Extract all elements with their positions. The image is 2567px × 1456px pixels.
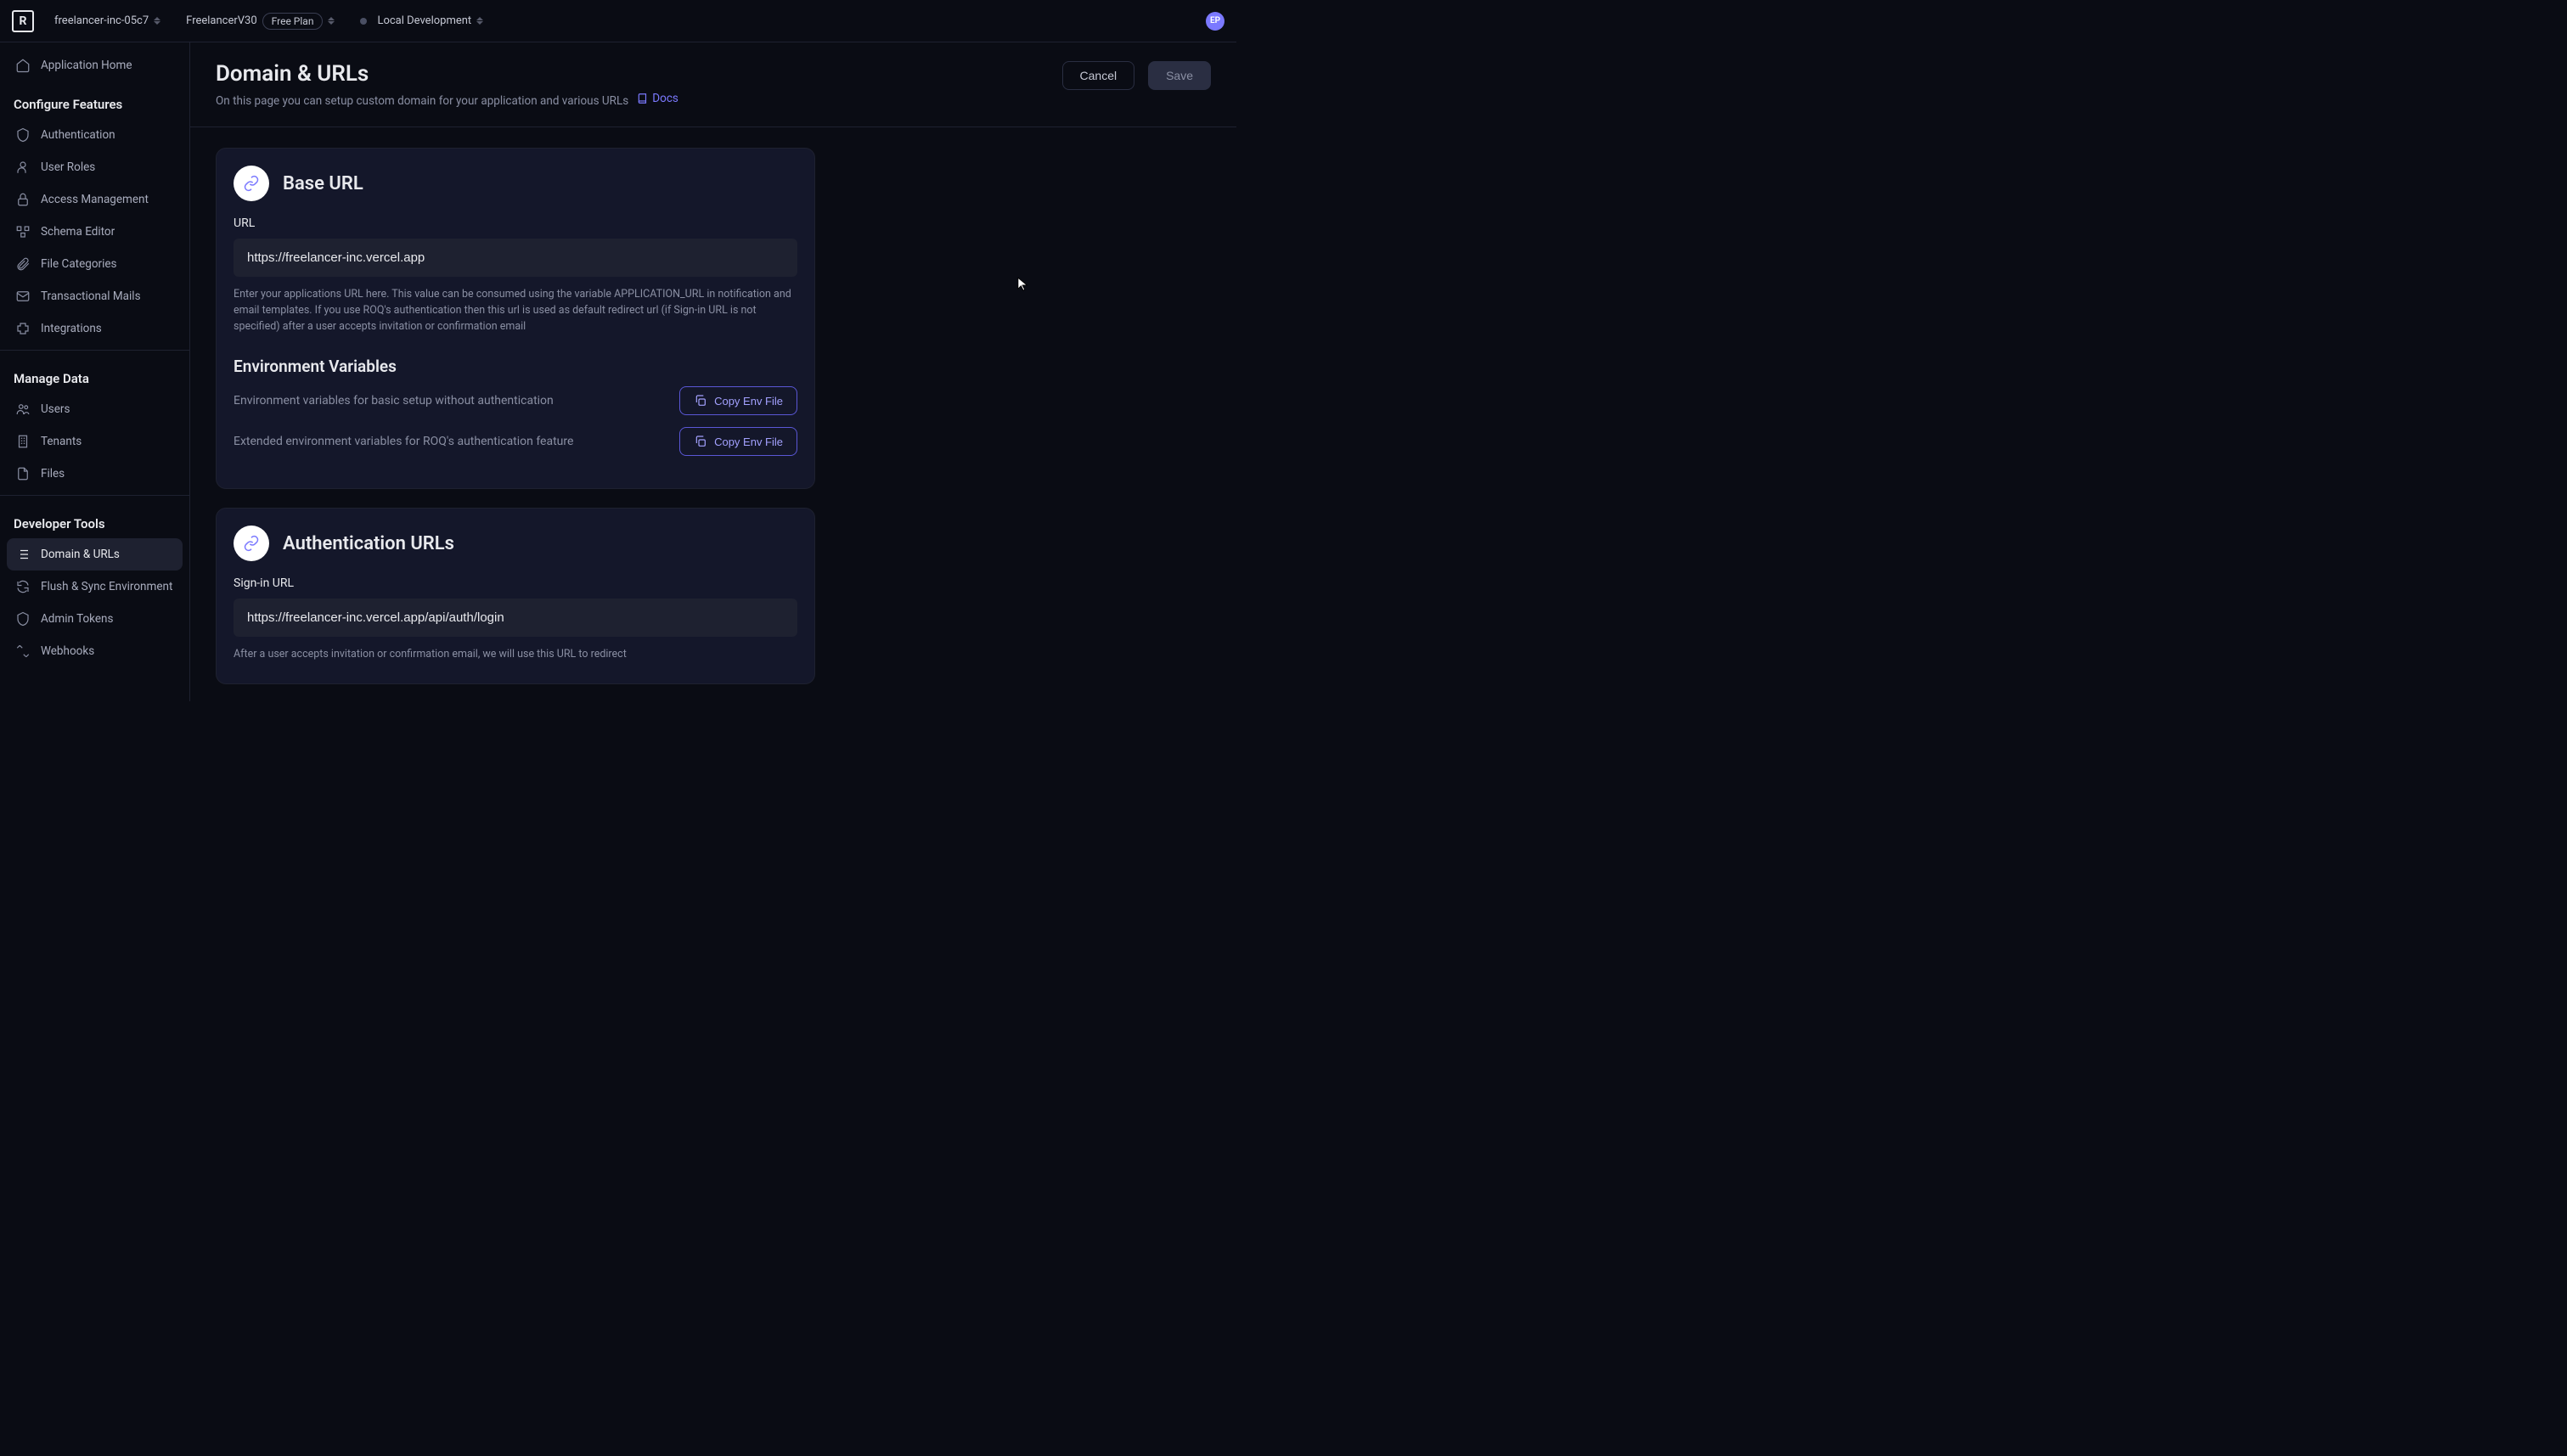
sidebar-item-label: Application Home — [41, 59, 132, 72]
clip-icon — [15, 256, 31, 272]
sidebar-item-file-categories[interactable]: File Categories — [0, 248, 189, 280]
page-subtitle: On this page you can setup custom domain… — [216, 92, 678, 108]
environment-name: Local Development — [377, 14, 471, 27]
sidebar-item-admin-tokens[interactable]: Admin Tokens — [0, 603, 189, 635]
sidebar-item-authentication[interactable]: Authentication — [0, 119, 189, 151]
sidebar-item-label: Domain & URLs — [41, 548, 120, 561]
chevron-sort-icon — [154, 17, 162, 25]
mail-icon — [15, 289, 31, 304]
sidebar-item-label: Users — [41, 402, 70, 416]
copy-env-extended-button[interactable]: Copy Env File — [679, 427, 797, 456]
collapse-icon — [15, 644, 31, 659]
signin-url-input[interactable] — [234, 599, 797, 637]
user-icon — [15, 160, 31, 175]
env-variables-heading: Environment Variables — [234, 357, 797, 376]
sidebar-item-label: User Roles — [41, 160, 95, 174]
sidebar-item-label: Authentication — [41, 128, 115, 142]
env-basic-desc: Environment variables for basic setup wi… — [234, 392, 664, 410]
page-actions: Cancel Save — [1062, 61, 1211, 90]
list-icon — [15, 547, 31, 562]
sidebar-item-users[interactable]: Users — [0, 393, 189, 425]
main-content: Domain & URLs On this page you can setup… — [190, 42, 1236, 701]
project-selector[interactable]: FreelancerV30 Free Plan — [186, 13, 336, 30]
plan-badge: Free Plan — [262, 13, 324, 30]
logo[interactable]: R — [12, 10, 34, 32]
avatar[interactable]: EP — [1206, 12, 1224, 31]
lock-icon — [15, 192, 31, 207]
page-header: Domain & URLs On this page you can setup… — [190, 42, 1236, 127]
sidebar-item-label: Integrations — [41, 322, 102, 335]
sidebar-item-label: Transactional Mails — [41, 290, 141, 303]
sidebar-item-access-management[interactable]: Access Management — [0, 183, 189, 216]
sidebar-item-domain-urls[interactable]: Domain & URLs — [7, 538, 183, 571]
shield-icon — [15, 611, 31, 627]
sidebar: Application Home Configure Features Auth… — [0, 42, 190, 701]
url-label: URL — [234, 216, 797, 230]
sidebar-item-webhooks[interactable]: Webhooks — [0, 635, 189, 667]
project-name: FreelancerV30 — [186, 14, 257, 27]
sidebar-item-integrations[interactable]: Integrations — [0, 312, 189, 345]
env-extended-desc: Extended environment variables for ROQ's… — [234, 433, 664, 451]
sidebar-item-label: Webhooks — [41, 644, 94, 658]
env-basic-row: Environment variables for basic setup wi… — [234, 386, 797, 415]
save-button[interactable]: Save — [1148, 61, 1211, 90]
docs-link[interactable]: Docs — [637, 92, 678, 105]
auth-urls-card: Authentication URLs Sign-in URL After a … — [216, 508, 815, 684]
base-url-card: Base URL URL Enter your applications URL… — [216, 148, 815, 489]
sidebar-section-dev: Developer Tools — [0, 501, 189, 538]
sidebar-item-user-roles[interactable]: User Roles — [0, 151, 189, 183]
signin-url-label: Sign-in URL — [234, 576, 797, 590]
link-icon — [234, 526, 269, 561]
sidebar-item-label: Flush & Sync Environment — [41, 580, 172, 593]
sidebar-item-label: Access Management — [41, 193, 149, 206]
signin-help-text: After a user accepts invitation or confi… — [234, 647, 797, 663]
link-icon — [234, 166, 269, 201]
page-title: Domain & URLs — [216, 61, 678, 87]
sidebar-item-label: File Categories — [41, 257, 117, 271]
org-name: freelancer-inc-05c7 — [54, 14, 149, 27]
sidebar-item-tenants[interactable]: Tenants — [0, 425, 189, 458]
file-icon — [15, 466, 31, 481]
sidebar-item-flush-sync[interactable]: Flush & Sync Environment — [0, 571, 189, 603]
sidebar-item-transactional-mails[interactable]: Transactional Mails — [0, 280, 189, 312]
sidebar-item-home[interactable]: Application Home — [0, 49, 189, 82]
sidebar-item-label: Files — [41, 467, 65, 481]
env-extended-row: Extended environment variables for ROQ's… — [234, 427, 797, 456]
sidebar-section-features: Configure Features — [0, 82, 189, 119]
refresh-icon — [15, 579, 31, 594]
chevron-sort-icon — [476, 17, 485, 25]
env-status-dot — [360, 18, 367, 25]
sidebar-section-data: Manage Data — [0, 356, 189, 393]
sidebar-item-schema-editor[interactable]: Schema Editor — [0, 216, 189, 248]
building-icon — [15, 434, 31, 449]
shield-icon — [15, 127, 31, 143]
puzzle-icon — [15, 321, 31, 336]
chevron-sort-icon — [328, 17, 336, 25]
copy-env-basic-button[interactable]: Copy Env File — [679, 386, 797, 415]
users-icon — [15, 402, 31, 417]
topbar: R freelancer-inc-05c7 FreelancerV30 Free… — [0, 0, 1236, 42]
home-icon — [15, 58, 31, 73]
org-selector[interactable]: freelancer-inc-05c7 — [54, 14, 162, 27]
sidebar-item-label: Tenants — [41, 435, 82, 448]
card-title: Authentication URLs — [283, 533, 454, 554]
base-url-input[interactable] — [234, 239, 797, 277]
cancel-button[interactable]: Cancel — [1062, 61, 1135, 90]
schema-icon — [15, 224, 31, 239]
card-title: Base URL — [283, 173, 363, 194]
sidebar-item-label: Schema Editor — [41, 225, 115, 239]
sidebar-item-files[interactable]: Files — [0, 458, 189, 490]
sidebar-item-label: Admin Tokens — [41, 612, 113, 626]
url-help-text: Enter your applications URL here. This v… — [234, 287, 797, 334]
environment-selector[interactable]: Local Development — [360, 14, 485, 27]
